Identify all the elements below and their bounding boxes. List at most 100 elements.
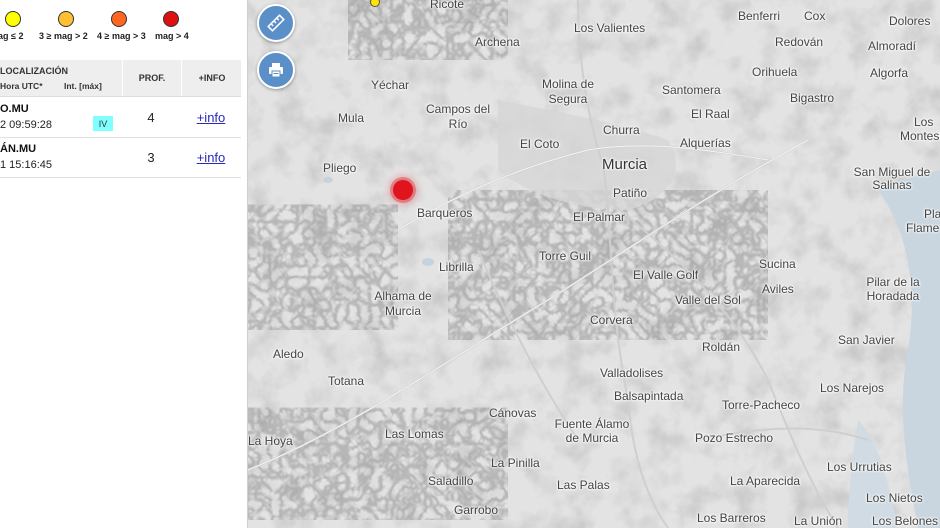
- legend-label: 3 ≥ mag > 2: [39, 31, 88, 41]
- place-label: El Raal: [691, 107, 730, 121]
- place-label: Segura: [548, 92, 588, 106]
- place-label: Los Nietos: [866, 491, 923, 505]
- place-label: Cox: [804, 9, 826, 23]
- place-label: Torre-Pacheco: [722, 398, 801, 412]
- place-label: Horadada: [866, 289, 920, 303]
- place-label: Librilla: [439, 260, 474, 274]
- place-label: Molina de: [541, 77, 595, 91]
- table-row[interactable]: ÁN.MU 1 15:16:45 3 +info: [0, 137, 241, 178]
- place-label: Murcia: [384, 304, 422, 318]
- place-label: Las Palas: [557, 478, 610, 492]
- place-label: Río: [448, 117, 468, 131]
- place-label: Algorfa: [870, 66, 909, 80]
- place-label: Los Barreros: [697, 511, 766, 525]
- place-label: La Hoya: [248, 434, 293, 448]
- legend-dot-yellow: [5, 11, 21, 27]
- place-label: Roldán: [702, 340, 741, 354]
- place-label: Los Belones: [872, 514, 939, 528]
- row-info-link[interactable]: +info: [181, 97, 241, 137]
- place-label: Patiño: [613, 186, 648, 200]
- row-location: O.MU: [0, 103, 29, 115]
- col-intensidad: Int. [máx]: [64, 81, 102, 91]
- row-time: 1 15:16:45: [0, 159, 52, 171]
- place-label: Valladolises: [600, 366, 664, 380]
- ruler-icon: [267, 14, 285, 32]
- col-localizacion: LOCALIZACIÓN: [0, 66, 68, 76]
- place-label: Los Urrutias: [827, 460, 892, 474]
- place-label: Los Valientes: [574, 21, 646, 35]
- place-label: Ricote: [430, 0, 465, 11]
- place-label: Garrobo: [454, 503, 499, 517]
- place-label: Salinas: [872, 178, 912, 192]
- place-label: Almoradí: [868, 39, 917, 53]
- place-label: Pilar de la: [866, 275, 920, 289]
- place-label: Dolores: [889, 14, 931, 28]
- place-label: Flame: [906, 221, 940, 235]
- row-location: ÁN.MU: [0, 143, 37, 155]
- table-header: LOCALIZACIÓN Hora UTC* Int. [máx] PROF. …: [0, 60, 241, 97]
- place-label: Los: [914, 115, 934, 129]
- place-label: Los Narejos: [820, 381, 885, 395]
- print-icon: [269, 63, 283, 78]
- place-label: Orihuela: [752, 65, 798, 79]
- place-label: Campos del: [425, 102, 491, 116]
- earthquake-panel: mag ≤ 2 3 ≥ mag > 2 4 ≥ mag > 3 mag > 4 …: [0, 0, 248, 528]
- place-label: Aviles: [762, 282, 794, 296]
- place-label: Yéchar: [371, 78, 410, 92]
- col-prof: PROF.: [122, 60, 181, 96]
- place-label: Alquerías: [680, 136, 731, 150]
- place-label-city: Murcia: [602, 156, 648, 173]
- earthquake-marker[interactable]: [393, 180, 413, 200]
- place-label: Fuente Álamo: [554, 417, 630, 431]
- place-label: Pozo Estrecho: [695, 431, 774, 445]
- legend-label: mag > 4: [155, 31, 189, 41]
- place-label: El Palmar: [573, 210, 626, 224]
- place-label: Aledo: [273, 347, 304, 361]
- place-label: Sucina: [759, 257, 796, 271]
- place-label: Torre Guil: [539, 249, 592, 263]
- place-label: Santomera: [662, 83, 721, 97]
- place-label: Mula: [338, 111, 365, 125]
- place-label: Corvera: [590, 313, 633, 327]
- row-depth: 4: [147, 109, 155, 125]
- place-label: San Javier: [838, 333, 895, 347]
- place-label: Cánovas: [489, 406, 537, 420]
- ruler-button[interactable]: [257, 4, 295, 42]
- col-hora: Hora UTC*: [0, 81, 43, 91]
- place-label: Pla: [924, 207, 940, 221]
- place-label: Churra: [603, 123, 640, 137]
- legend-dot-red: [163, 11, 179, 27]
- place-label: Archena: [475, 35, 520, 49]
- place-label: Saladillo: [428, 474, 474, 488]
- place-label: La Unión: [794, 514, 843, 528]
- place-label: Redován: [775, 35, 824, 49]
- place-label: Totana: [328, 374, 365, 388]
- row-info-link[interactable]: +info: [181, 137, 241, 177]
- row-depth: 3: [147, 149, 155, 165]
- row-time: 2 09:59:28: [0, 119, 52, 131]
- place-label: La Aparecida: [730, 474, 801, 488]
- legend-dot-orange: [111, 11, 127, 27]
- place-label: Barqueros: [417, 206, 473, 220]
- col-info: +INFO: [181, 60, 242, 96]
- map-view[interactable]: Ricote Archena Los Valientes Benferri Co…: [248, 0, 940, 528]
- legend-label: 4 ≥ mag > 3: [97, 31, 146, 41]
- place-label: El Valle Golf: [633, 268, 699, 282]
- place-label: Alhama de: [374, 289, 432, 303]
- place-label: Pliego: [323, 161, 357, 175]
- table-row[interactable]: O.MU 2 09:59:28 IV 4 +info: [0, 97, 241, 138]
- intensity-badge: IV: [93, 116, 113, 131]
- place-label: La Pinilla: [491, 456, 540, 470]
- place-label: Montesi: [900, 129, 940, 143]
- place-label: Las Lomas: [385, 427, 444, 441]
- place-label: Benferri: [738, 9, 781, 23]
- print-button[interactable]: [257, 51, 295, 89]
- legend-label: mag ≤ 2: [0, 31, 24, 41]
- place-label: Balsapintada: [614, 389, 684, 403]
- place-label: El Coto: [520, 137, 560, 151]
- legend-dot-orange-light: [58, 11, 74, 27]
- place-label: de Murcia: [565, 431, 619, 445]
- place-label: Valle del Sol: [675, 293, 741, 307]
- place-label: Bigastro: [790, 91, 835, 105]
- magnitude-legend: mag ≤ 2 3 ≥ mag > 2 4 ≥ mag > 3 mag > 4: [0, 0, 247, 60]
